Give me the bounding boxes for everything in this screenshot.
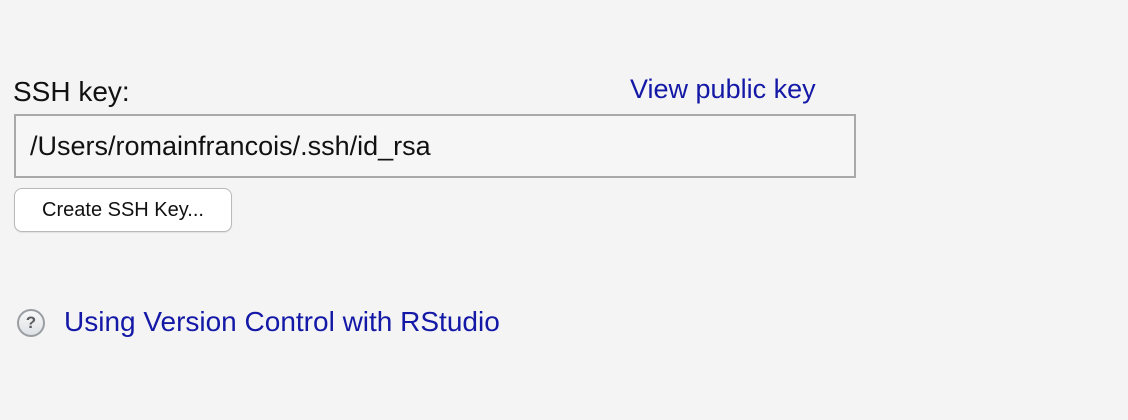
- view-public-key-link[interactable]: View public key: [630, 71, 816, 107]
- version-control-help-link[interactable]: Using Version Control with RStudio: [64, 304, 500, 340]
- ssh-key-path-value: /Users/romainfrancois/.ssh/id_rsa: [30, 131, 431, 161]
- ssh-key-label: SSH key:: [13, 76, 130, 107]
- ssh-key-path-field[interactable]: /Users/romainfrancois/.ssh/id_rsa: [14, 114, 856, 178]
- create-ssh-key-button[interactable]: Create SSH Key...: [14, 188, 232, 232]
- help-question-icon[interactable]: ?: [17, 309, 45, 337]
